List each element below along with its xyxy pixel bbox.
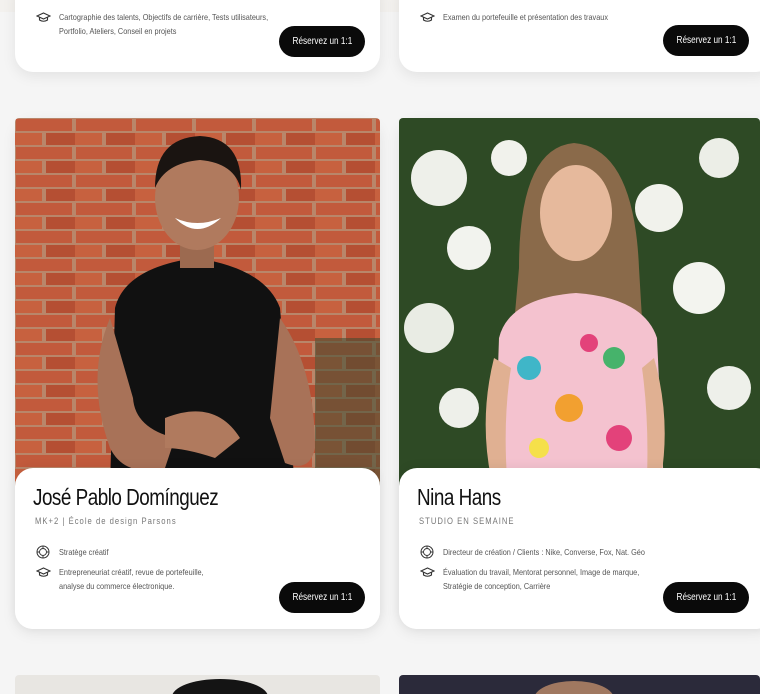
graduation-cap-icon [419,10,435,24]
graduation-cap-icon [35,10,51,24]
expertise-row: Stratège créatif [35,545,117,559]
graduation-cap-icon [35,565,51,579]
badge-icon [419,545,435,559]
expertise-text: Directeur de création / Clients : Nike, … [443,547,645,557]
services-row: Cartographie des talents, Objectifs de c… [35,10,302,38]
book-session-button[interactable]: Réservez un 1:1 [279,582,365,613]
mentor-name: Nina Hans [417,484,501,510]
mentor-card-top-left: Cartographie des talents, Objectifs de c… [15,0,380,72]
mentor-card: José Pablo Domínguez MK+2 | École de des… [15,118,380,629]
book-session-button[interactable]: Réservez un 1:1 [279,26,365,57]
book-session-button[interactable]: Réservez un 1:1 [663,582,749,613]
mentor-info-panel: Nina Hans STUDIO EN SEMAINE Directeur de… [399,468,760,629]
mentor-card-top-right: Examen du portefeuille et présentation d… [399,0,760,72]
mentor-card: Nina Hans STUDIO EN SEMAINE Directeur de… [399,118,760,629]
services-row: Évaluation du travail, Mentorat personne… [419,565,671,593]
services-text: Évaluation du travail, Mentorat personne… [443,567,640,591]
book-session-button[interactable]: Réservez un 1:1 [663,25,749,56]
mentor-affiliation: MK+2 | École de design Parsons [35,516,177,526]
mentor-affiliation: STUDIO EN SEMAINE [419,516,515,526]
expertise-text: Stratège créatif [59,547,109,557]
services-row: Entrepreneuriat créatif, revue de portef… [35,565,227,593]
mentor-name: José Pablo Domínguez [33,484,219,510]
mentor-photo [15,118,380,488]
mentor-info-panel: José Pablo Domínguez MK+2 | École de des… [15,468,380,629]
badge-icon [35,545,51,559]
graduation-cap-icon [419,565,435,579]
services-row: Examen du portefeuille et présentation d… [419,10,635,24]
services-text: Examen du portefeuille et présentation d… [443,12,608,22]
mentor-photo-next-right [399,675,760,694]
mentor-photo-next-left [15,675,380,694]
expertise-row: Directeur de création / Clients : Nike, … [419,545,678,559]
services-text: Cartographie des talents, Objectifs de c… [59,12,269,36]
mentor-photo [399,118,760,488]
services-text: Entrepreneuriat créatif, revue de portef… [59,567,204,591]
